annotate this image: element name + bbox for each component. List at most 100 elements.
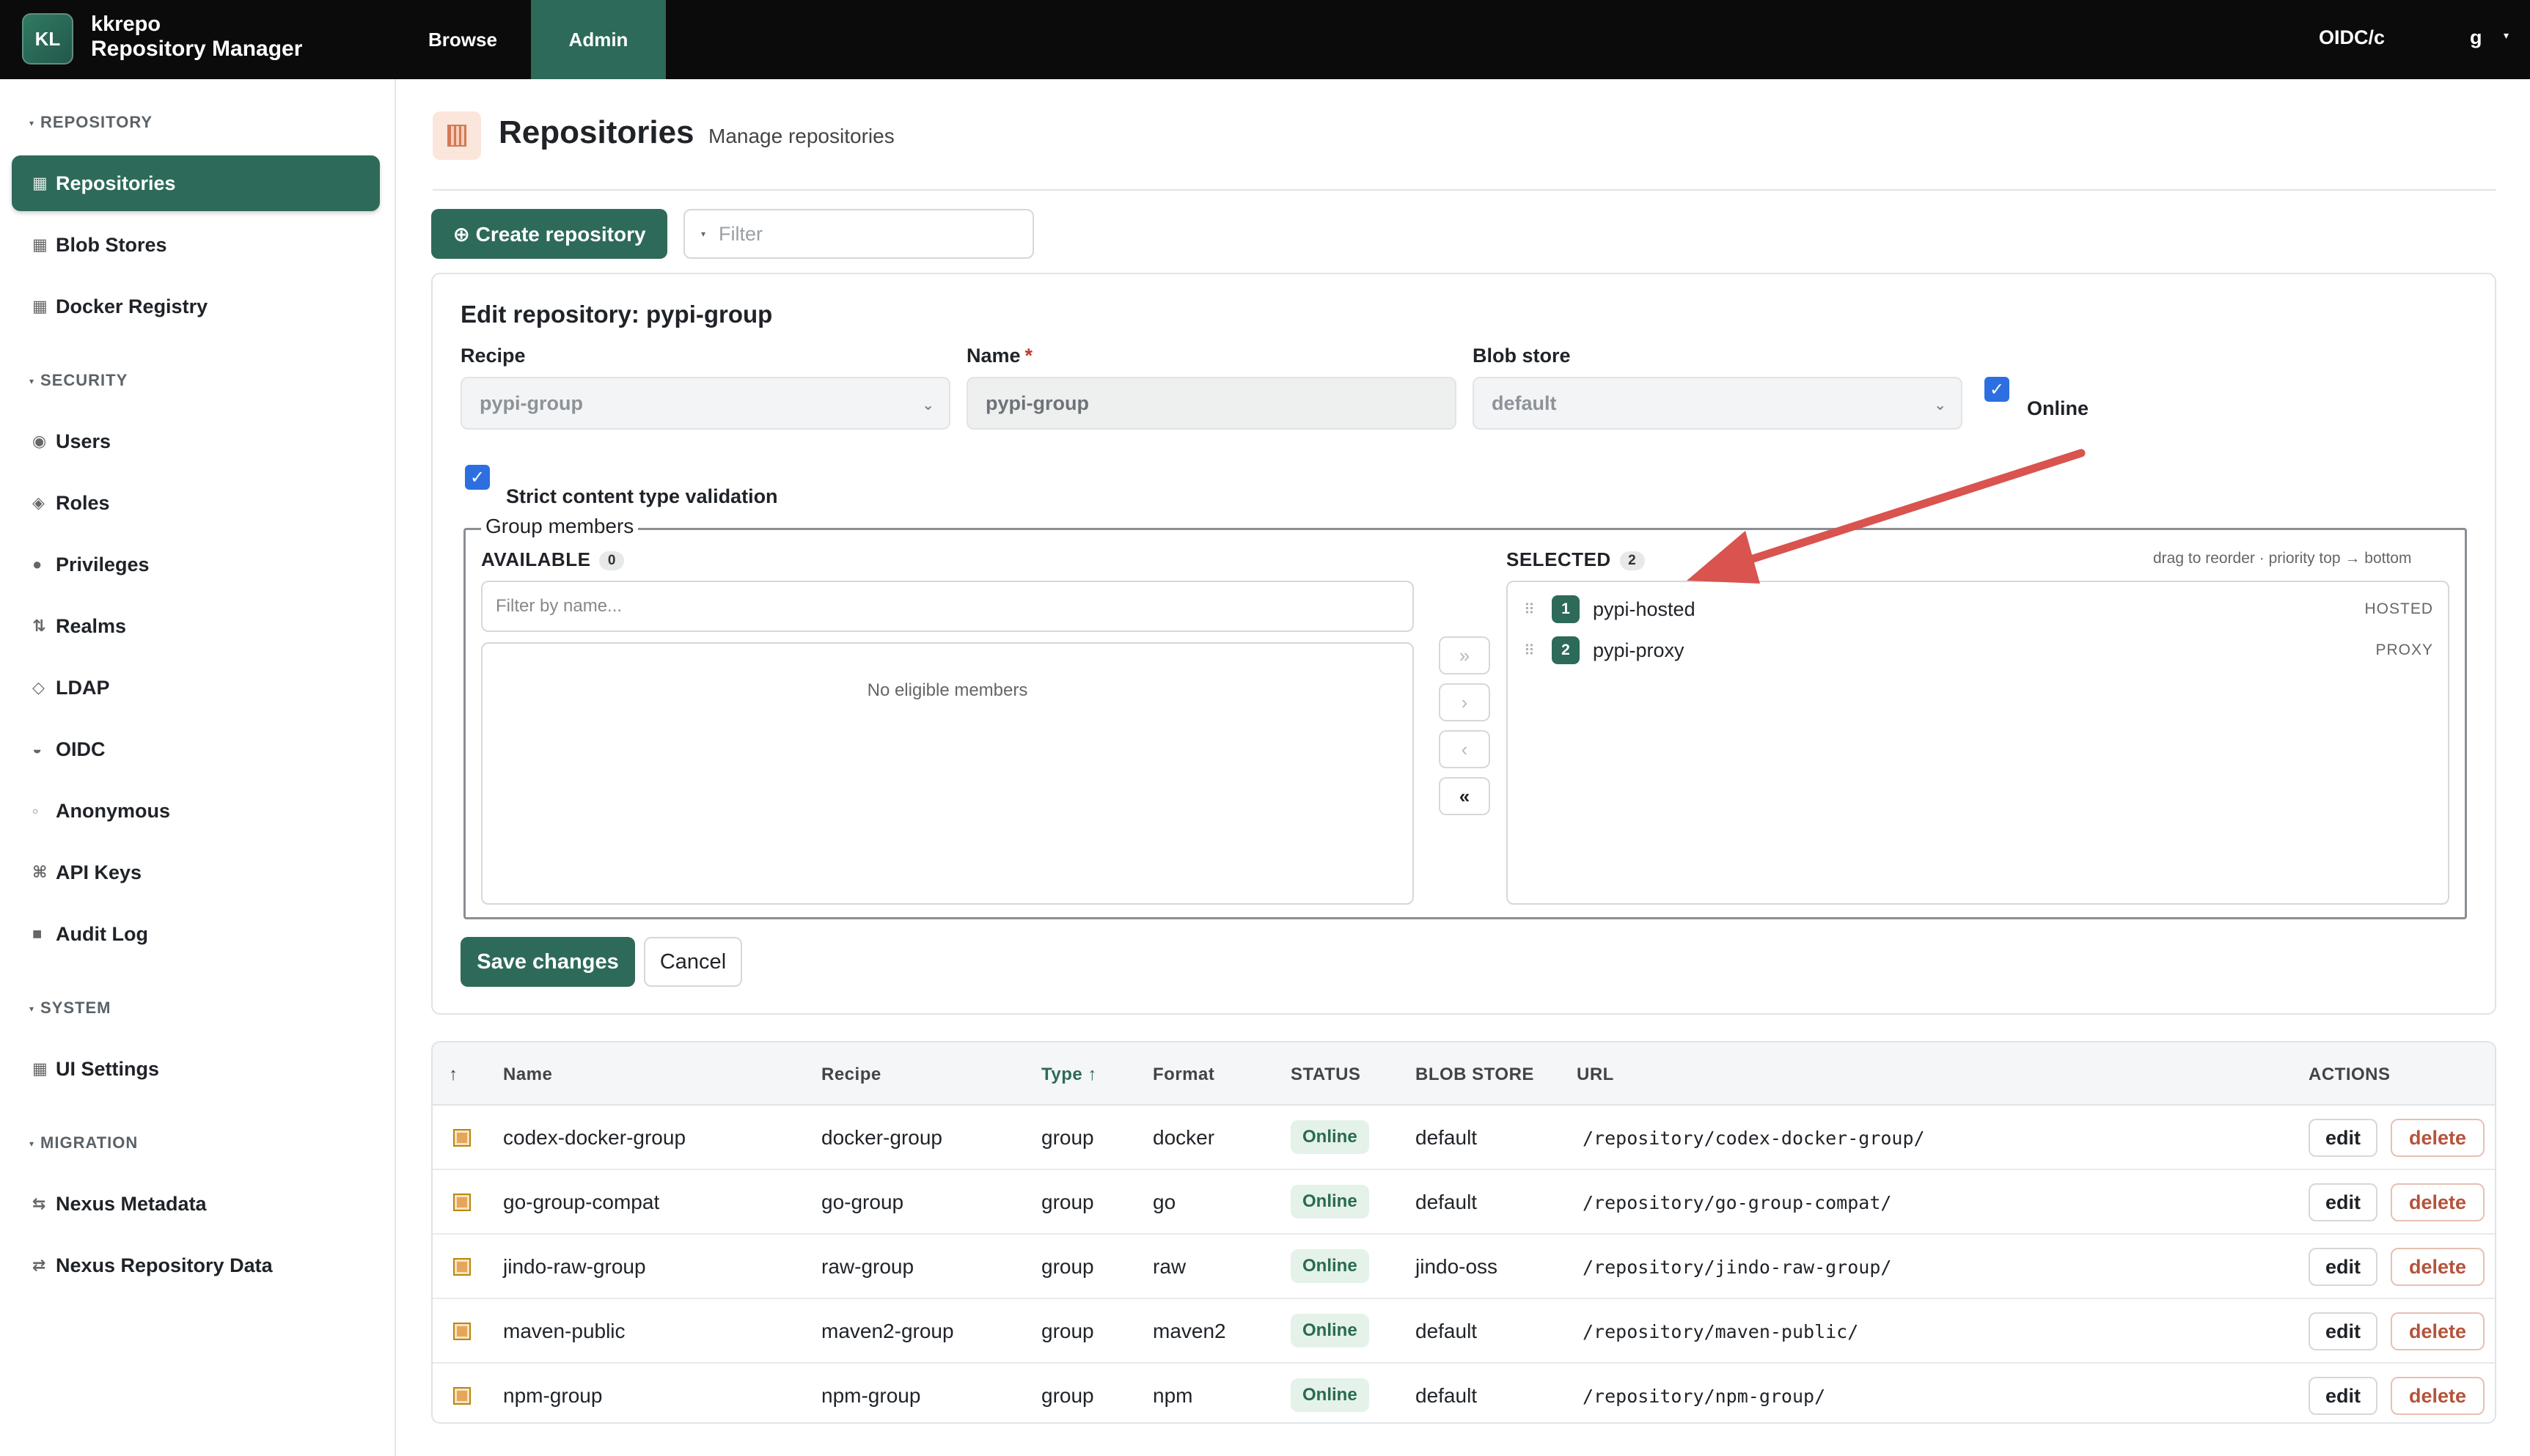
drag-handle-icon[interactable]: ⠿ — [1524, 641, 1535, 660]
sidebar-item-users[interactable]: ◉ Users — [12, 413, 380, 469]
status-badge: Online — [1291, 1378, 1369, 1412]
column-blob-store: BLOB STORE — [1415, 1065, 1534, 1084]
sidebar-item-blob-stores[interactable]: ▦ Blob Stores — [12, 217, 380, 273]
table-row[interactable]: go-group-compat go-group group go Online… — [433, 1170, 2495, 1235]
recipe-select[interactable]: pypi-group ⌄ — [461, 377, 950, 430]
delete-button[interactable]: delete — [2391, 1312, 2485, 1350]
cancel-button[interactable]: Cancel — [644, 937, 742, 987]
divider — [433, 189, 2496, 191]
sidebar-section-repository[interactable]: ▾ REPOSITORY — [29, 113, 153, 132]
sidebar-item-nexus-repository-data[interactable]: ⇄ Nexus Repository Data — [12, 1238, 380, 1293]
column-recipe[interactable]: Recipe — [821, 1065, 881, 1085]
sidebar-section-migration[interactable]: ▾ MIGRATION — [29, 1133, 138, 1152]
sidebar-item-repositories[interactable]: ▦ Repositories — [12, 155, 380, 211]
cell-blob-store: jindo-oss — [1415, 1255, 1498, 1278]
circle-outline-icon: ○ — [32, 805, 39, 817]
app-logo[interactable]: KL — [22, 13, 73, 65]
sidebar-item-nexus-metadata[interactable]: ⇆ Nexus Metadata — [12, 1176, 380, 1232]
tab-browse[interactable]: Browse — [396, 0, 529, 79]
filter-input[interactable]: ▾ Filter — [683, 209, 1034, 259]
sort-toggle[interactable]: ↑ — [449, 1065, 458, 1085]
available-list[interactable]: No eligible members — [481, 642, 1414, 905]
table-row[interactable]: maven-public maven2-group group maven2 O… — [433, 1299, 2495, 1364]
user-icon: ◉ — [32, 432, 47, 450]
delete-button[interactable]: delete — [2391, 1377, 2485, 1415]
table-row[interactable]: codex-docker-group docker-group group do… — [433, 1106, 2495, 1170]
caret-down-icon[interactable]: ▾ — [2504, 29, 2509, 42]
table-row[interactable]: npm-group npm-group group npm Online def… — [433, 1364, 2495, 1422]
column-type[interactable]: Type ↑ — [1041, 1065, 1097, 1085]
table-row[interactable]: jindo-raw-group raw-group group raw Onli… — [433, 1235, 2495, 1299]
sidebar-item-anonymous[interactable]: ○ Anonymous — [12, 783, 380, 839]
available-count-badge: 0 — [599, 551, 625, 571]
online-checkbox[interactable]: ✓ — [1984, 377, 2009, 402]
strict-validation-checkbox[interactable]: ✓ — [465, 465, 490, 490]
sidebar-item-api-keys[interactable]: ⌘ API Keys — [12, 845, 380, 900]
half-circle-icon: ◒ — [32, 740, 43, 758]
edit-button[interactable]: edit — [2309, 1183, 2377, 1221]
sidebar-item-realms[interactable]: ⇅ Realms — [12, 598, 380, 654]
selected-member[interactable]: ⠿ 1 pypi-hosted HOSTED — [1508, 589, 2451, 629]
delete-button[interactable]: delete — [2391, 1183, 2485, 1221]
add-selected-button[interactable]: › — [1439, 683, 1490, 721]
user-menu[interactable]: g — [2470, 26, 2482, 49]
member-filter-input[interactable]: Filter by name... — [481, 581, 1414, 632]
sidebar-section-system[interactable]: ▾ SYSTEM — [29, 999, 111, 1018]
sidebar-item-roles[interactable]: ◈ Roles — [12, 475, 380, 531]
online-label: Online — [2027, 397, 2089, 419]
sidebar-item-privileges[interactable]: ● Privileges — [12, 537, 380, 592]
grid-icon: ▦ — [32, 297, 48, 315]
edit-button[interactable]: edit — [2309, 1119, 2377, 1157]
grid-icon: ▦ — [32, 1059, 48, 1078]
create-repository-button[interactable]: ⊕ Create repository — [431, 209, 667, 259]
sidebar-item-docker-registry[interactable]: ▦ Docker Registry — [12, 279, 380, 334]
remove-selected-button[interactable]: ‹ — [1439, 730, 1490, 768]
status-badge: Online — [1291, 1314, 1369, 1347]
save-changes-button[interactable]: Save changes — [461, 937, 635, 987]
square-icon: ■ — [32, 924, 43, 943]
remove-all-button[interactable]: « — [1439, 777, 1490, 815]
edit-button[interactable]: edit — [2309, 1248, 2377, 1286]
sidebar-item-ldap[interactable]: ◇ LDAP — [12, 660, 380, 716]
cell-type: group — [1041, 1191, 1094, 1213]
sidebar-item-audit-log[interactable]: ■ Audit Log — [12, 906, 380, 962]
column-name[interactable]: Name — [503, 1065, 552, 1085]
selected-member[interactable]: ⠿ 2 pypi-proxy PROXY — [1508, 630, 2451, 670]
column-actions: ACTIONS — [2309, 1065, 2391, 1084]
caret-down-icon: ▾ — [29, 1004, 35, 1015]
cell-blob-store: default — [1415, 1320, 1478, 1342]
member-name: pypi-hosted — [1593, 598, 1695, 620]
cell-recipe: npm-group — [821, 1384, 921, 1407]
add-all-button[interactable]: » — [1439, 636, 1490, 674]
caret-down-icon: ▾ — [701, 229, 706, 239]
repository-icon — [453, 1258, 471, 1276]
brand[interactable]: kkrepo Repository Manager — [91, 12, 302, 62]
repository-icon — [453, 1129, 471, 1147]
chevron-down-icon: ⌄ — [922, 397, 934, 413]
cell-format: go — [1153, 1191, 1176, 1213]
sidebar-section-security[interactable]: ▾ SECURITY — [29, 371, 128, 390]
delete-button[interactable]: delete — [2391, 1119, 2485, 1157]
tab-admin[interactable]: Admin — [531, 0, 666, 79]
blob-store-label: Blob store — [1473, 345, 1571, 367]
sidebar-item-oidc[interactable]: ◒ OIDC — [12, 721, 380, 777]
blob-store-select[interactable]: default ⌄ — [1473, 377, 1962, 430]
check-icon: ✓ — [469, 467, 485, 488]
page-subtitle: Manage repositories — [708, 125, 895, 147]
selected-count-badge: 2 — [1619, 551, 1645, 571]
realm-indicator[interactable]: OIDC/c — [2319, 26, 2385, 49]
edit-repository-card: Edit repository: pypi-group Recipe pypi-… — [431, 273, 2496, 1015]
column-format[interactable]: Format — [1153, 1065, 1214, 1085]
cell-recipe: docker-group — [821, 1126, 942, 1149]
delete-button[interactable]: delete — [2391, 1248, 2485, 1286]
cell-url: /repository/maven-public/ — [1583, 1321, 1859, 1342]
drag-handle-icon[interactable]: ⠿ — [1524, 600, 1535, 619]
caret-down-icon: ▾ — [29, 376, 35, 387]
cell-blob-store: default — [1415, 1191, 1478, 1213]
cell-url: /repository/codex-docker-group/ — [1583, 1128, 1925, 1149]
name-field[interactable]: pypi-group — [967, 377, 1456, 430]
edit-button[interactable]: edit — [2309, 1377, 2377, 1415]
sidebar-item-ui-settings[interactable]: ▦ UI Settings — [12, 1041, 380, 1097]
reorder-hint: drag to reorder · priority top → bottom — [2153, 550, 2412, 567]
edit-button[interactable]: edit — [2309, 1312, 2377, 1350]
